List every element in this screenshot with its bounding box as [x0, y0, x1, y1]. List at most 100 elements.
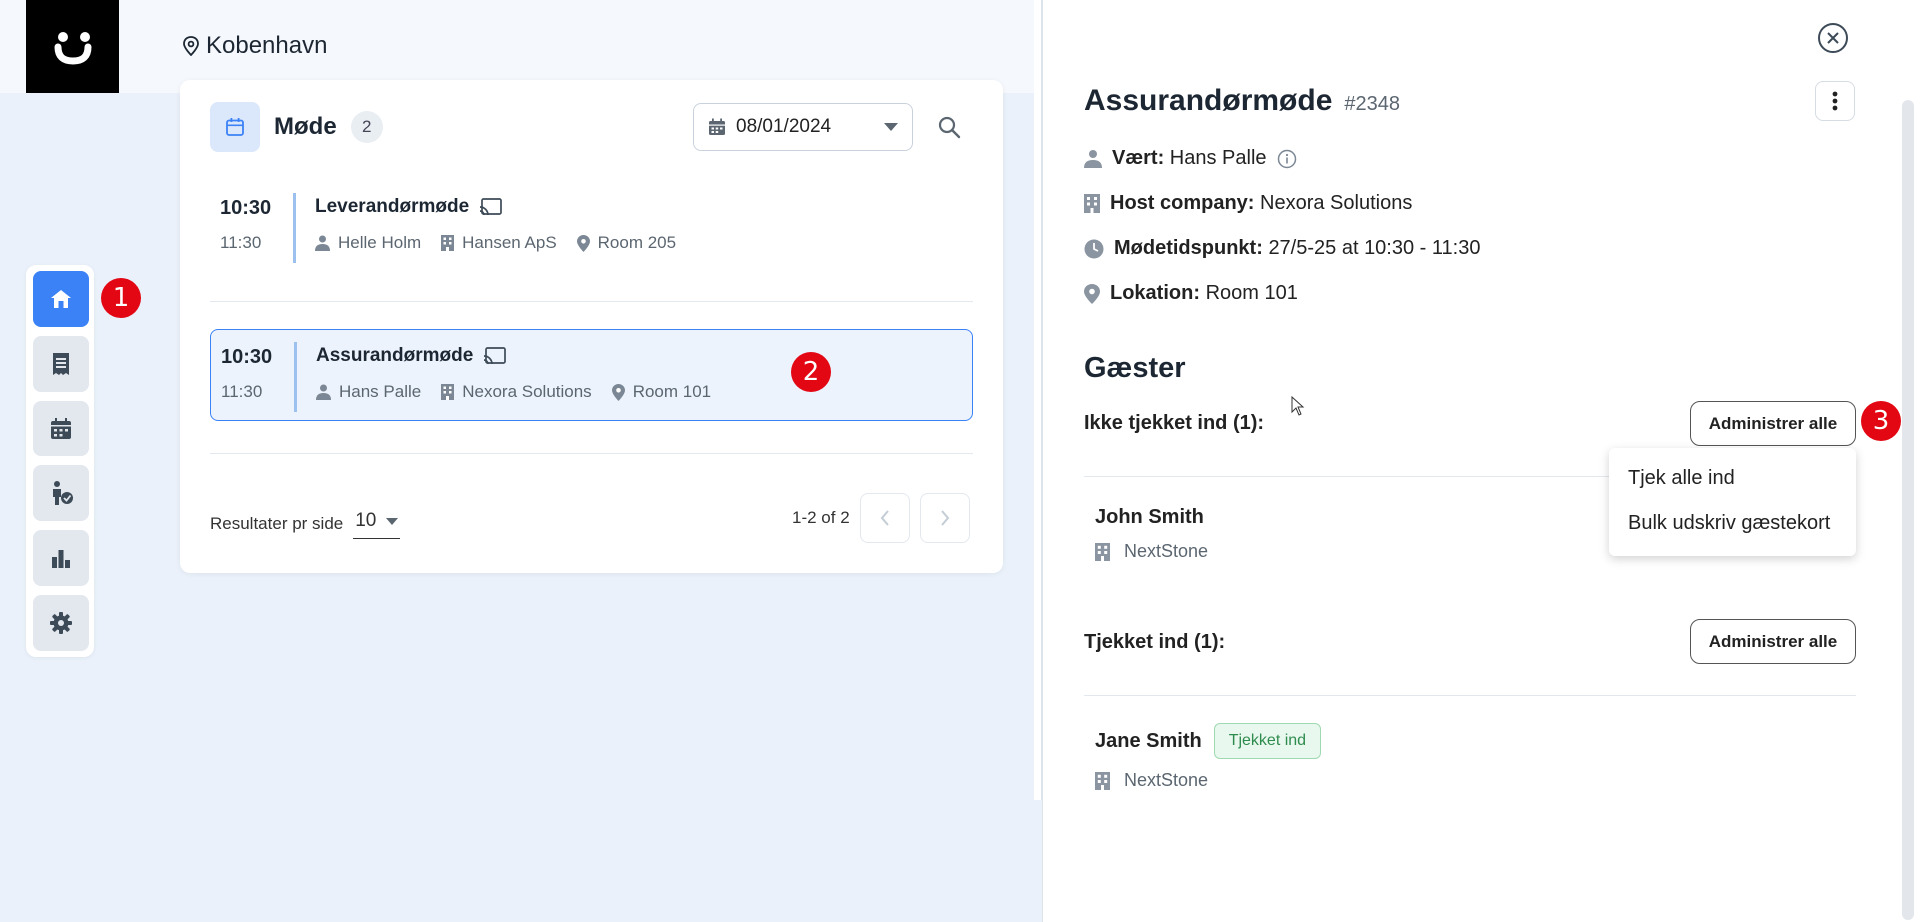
location-name: Kobenhavn — [206, 32, 328, 59]
receipt-icon — [53, 352, 69, 375]
meeting-row[interactable]: 10:30 11:30 Leverandørmøde Helle Holm Ha… — [210, 181, 973, 273]
cursor-arrow-icon — [1291, 395, 1305, 416]
more-options-button[interactable] — [1815, 81, 1855, 121]
nav-statistics[interactable] — [33, 530, 89, 587]
meeting-end: 11:30 — [220, 233, 262, 252]
next-page-button[interactable] — [919, 493, 970, 543]
detail-time-row: Mødetidspunkt: 27/5-25 at 10:30 - 11:30 — [1084, 237, 1480, 260]
meeting-end: 11:30 — [221, 382, 263, 401]
time-value: 27/5-25 at 10:30 - 11:30 — [1268, 237, 1481, 259]
company-label: Host company: — [1110, 192, 1255, 214]
calendar-icon — [226, 118, 244, 136]
pin-icon — [611, 383, 625, 401]
nav-guest-checkin[interactable] — [33, 465, 89, 522]
manage-all-button-not-checked[interactable]: Administrer alle — [1690, 401, 1856, 446]
list-divider — [210, 301, 973, 302]
search-button[interactable] — [934, 112, 964, 142]
chevron-left-icon — [880, 510, 889, 526]
guest-name-text: Jane Smith — [1095, 729, 1202, 752]
nav-settings[interactable] — [33, 595, 89, 651]
meeting-company: Nexora Solutions — [441, 382, 592, 402]
building-icon — [1095, 542, 1110, 561]
person-icon — [1084, 150, 1102, 168]
pagination: 1-2 of 2 — [792, 493, 970, 543]
building-icon — [441, 384, 455, 400]
search-icon — [938, 116, 961, 139]
pin-icon — [183, 36, 199, 56]
nav-calendar[interactable] — [33, 400, 89, 457]
step-marker-1: 1 — [101, 278, 141, 318]
person-icon — [315, 235, 330, 251]
chevron-down-icon — [386, 517, 399, 525]
meeting-start: 10:30 — [220, 197, 272, 219]
side-nav — [26, 265, 94, 657]
nav-receipts[interactable] — [33, 335, 89, 392]
pin-icon — [1084, 283, 1100, 304]
cast-icon — [479, 198, 503, 216]
guest-name-text: John Smith — [1095, 506, 1204, 528]
drawer-scrollbar[interactable] — [1902, 100, 1914, 920]
date-picker[interactable]: 08/01/2024 — [693, 103, 913, 151]
cast-icon — [484, 347, 507, 365]
per-page-label: Resultater pr side — [210, 513, 344, 533]
app-logo[interactable] — [26, 0, 119, 93]
detail-title: Assurandørmøde — [1084, 84, 1333, 117]
guest-company: NextStone — [1095, 770, 1208, 791]
detail-number: #2348 — [1344, 93, 1401, 115]
location-selector[interactable]: Kobenhavn — [182, 32, 327, 60]
detail-location-row: Lokation: Room 101 — [1084, 282, 1298, 305]
meeting-time-divider — [293, 193, 296, 263]
host-label: Vært: — [1112, 147, 1165, 169]
panel-title: Møde — [274, 113, 337, 140]
info-icon[interactable] — [1277, 149, 1297, 169]
menu-item-check-all-in[interactable]: Tjek alle ind — [1609, 456, 1856, 501]
page-range: 1-2 of 2 — [792, 508, 850, 527]
company-value: Nexora Solutions — [1260, 192, 1413, 214]
checked-in-badge: Tjekket ind — [1213, 723, 1322, 759]
panel-icon-tile — [210, 102, 260, 152]
detail-company-row: Host company: Nexora Solutions — [1084, 192, 1412, 215]
meeting-company-name: Hansen ApS — [462, 233, 557, 252]
meeting-meta: Helle Holm Hansen ApS Room 205 — [315, 233, 676, 253]
manage-all-button-checked[interactable]: Administrer alle — [1690, 619, 1856, 664]
meeting-host: Hans Palle — [316, 382, 421, 402]
guest-company: NextStone — [1095, 541, 1208, 562]
meeting-room-name: Room 205 — [597, 233, 677, 252]
not-checked-in-label: Ikke tjekket ind (1): — [1084, 412, 1265, 434]
meeting-host-name: Helle Holm — [338, 233, 422, 252]
per-page-select[interactable]: 10 — [353, 508, 401, 539]
building-icon — [1084, 194, 1100, 213]
detail-title-row: Assurandørmøde #2348 — [1084, 84, 1400, 118]
underlying-panel-edge — [1034, 0, 1042, 800]
location-label: Lokation: — [1110, 282, 1200, 304]
step-marker-2: 2 — [791, 352, 831, 392]
clock-icon — [1084, 239, 1104, 258]
meeting-company-name: Nexora Solutions — [462, 382, 592, 401]
close-button[interactable] — [1817, 22, 1849, 54]
meeting-host-name: Hans Palle — [339, 382, 422, 401]
meeting-row-selected[interactable]: 10:30 11:30 Assurandørmøde Hans Palle Ne… — [210, 329, 973, 421]
meeting-host: Helle Holm — [315, 233, 421, 253]
calendar-icon — [51, 417, 71, 439]
kebab-menu-icon — [1832, 91, 1838, 111]
calendar-icon — [709, 118, 725, 135]
date-value: 08/01/2024 — [736, 116, 832, 137]
menu-item-bulk-print-guest-cards[interactable]: Bulk udskriv gæstekort — [1609, 501, 1856, 546]
meeting-company: Hansen ApS — [441, 233, 557, 253]
meeting-title-row: Assurandørmøde — [316, 345, 507, 367]
per-page-control: Resultater pr side 10 — [210, 508, 401, 539]
meeting-meta: Hans Palle Nexora Solutions Room 101 — [316, 382, 711, 402]
meeting-time-divider — [294, 342, 297, 412]
logo-icon — [54, 31, 91, 65]
gear-icon — [50, 612, 72, 635]
chevron-down-icon — [884, 123, 898, 131]
prev-page-button[interactable] — [859, 493, 910, 543]
nav-home[interactable] — [33, 271, 89, 327]
person-check-icon — [53, 481, 73, 506]
detail-host-row: Vært: Hans Palle — [1084, 147, 1297, 170]
meeting-title-row: Leverandørmøde — [315, 196, 503, 218]
manage-all-dropdown: Tjek alle ind Bulk udskriv gæstekort — [1609, 448, 1856, 556]
chevron-right-icon — [940, 510, 949, 526]
meeting-start: 10:30 — [221, 346, 273, 368]
host-value: Hans Palle — [1169, 147, 1267, 169]
